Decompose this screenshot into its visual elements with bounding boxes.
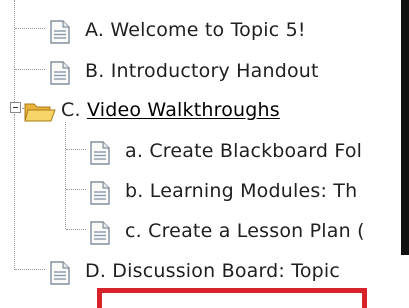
tree-item-label: a. Create Blackboard Fol xyxy=(125,140,363,162)
document-icon xyxy=(90,181,110,205)
document-icon xyxy=(50,261,70,285)
panel-edge xyxy=(401,0,409,255)
tree-item-label: c. Create a Lesson Plan ( xyxy=(125,220,365,242)
document-icon xyxy=(50,20,70,44)
document-icon xyxy=(90,221,110,245)
tree-connector xyxy=(66,229,86,230)
collapse-minus-icon[interactable] xyxy=(10,102,21,113)
tree-connector xyxy=(15,269,45,270)
tree-item-label: B. Introductory Handout xyxy=(85,60,319,82)
video-walkthroughs-link[interactable]: Video Walkthroughs xyxy=(87,99,280,121)
folder-open-icon xyxy=(24,100,56,124)
tree-connector xyxy=(65,122,66,229)
highlight-box xyxy=(97,288,367,308)
tree-connector xyxy=(14,114,15,270)
tree-connector xyxy=(15,69,45,70)
tree-item-label: A. Welcome to Topic 5! xyxy=(85,19,306,41)
tree-item-label: C. Video Walkthroughs xyxy=(61,99,280,121)
document-icon xyxy=(50,61,70,85)
tree-item-label: D. Discussion Board: Topic xyxy=(85,260,341,282)
content-tree: A. Welcome to Topic 5! B. Introductory H… xyxy=(0,0,409,308)
tree-connector xyxy=(66,149,86,150)
tree-connector xyxy=(66,189,86,190)
document-icon xyxy=(90,141,110,165)
tree-connector xyxy=(14,0,15,108)
tree-connector xyxy=(15,28,45,29)
tree-item-label: b. Learning Modules: Th xyxy=(125,180,358,202)
tree-item-prefix: C. xyxy=(61,99,87,121)
